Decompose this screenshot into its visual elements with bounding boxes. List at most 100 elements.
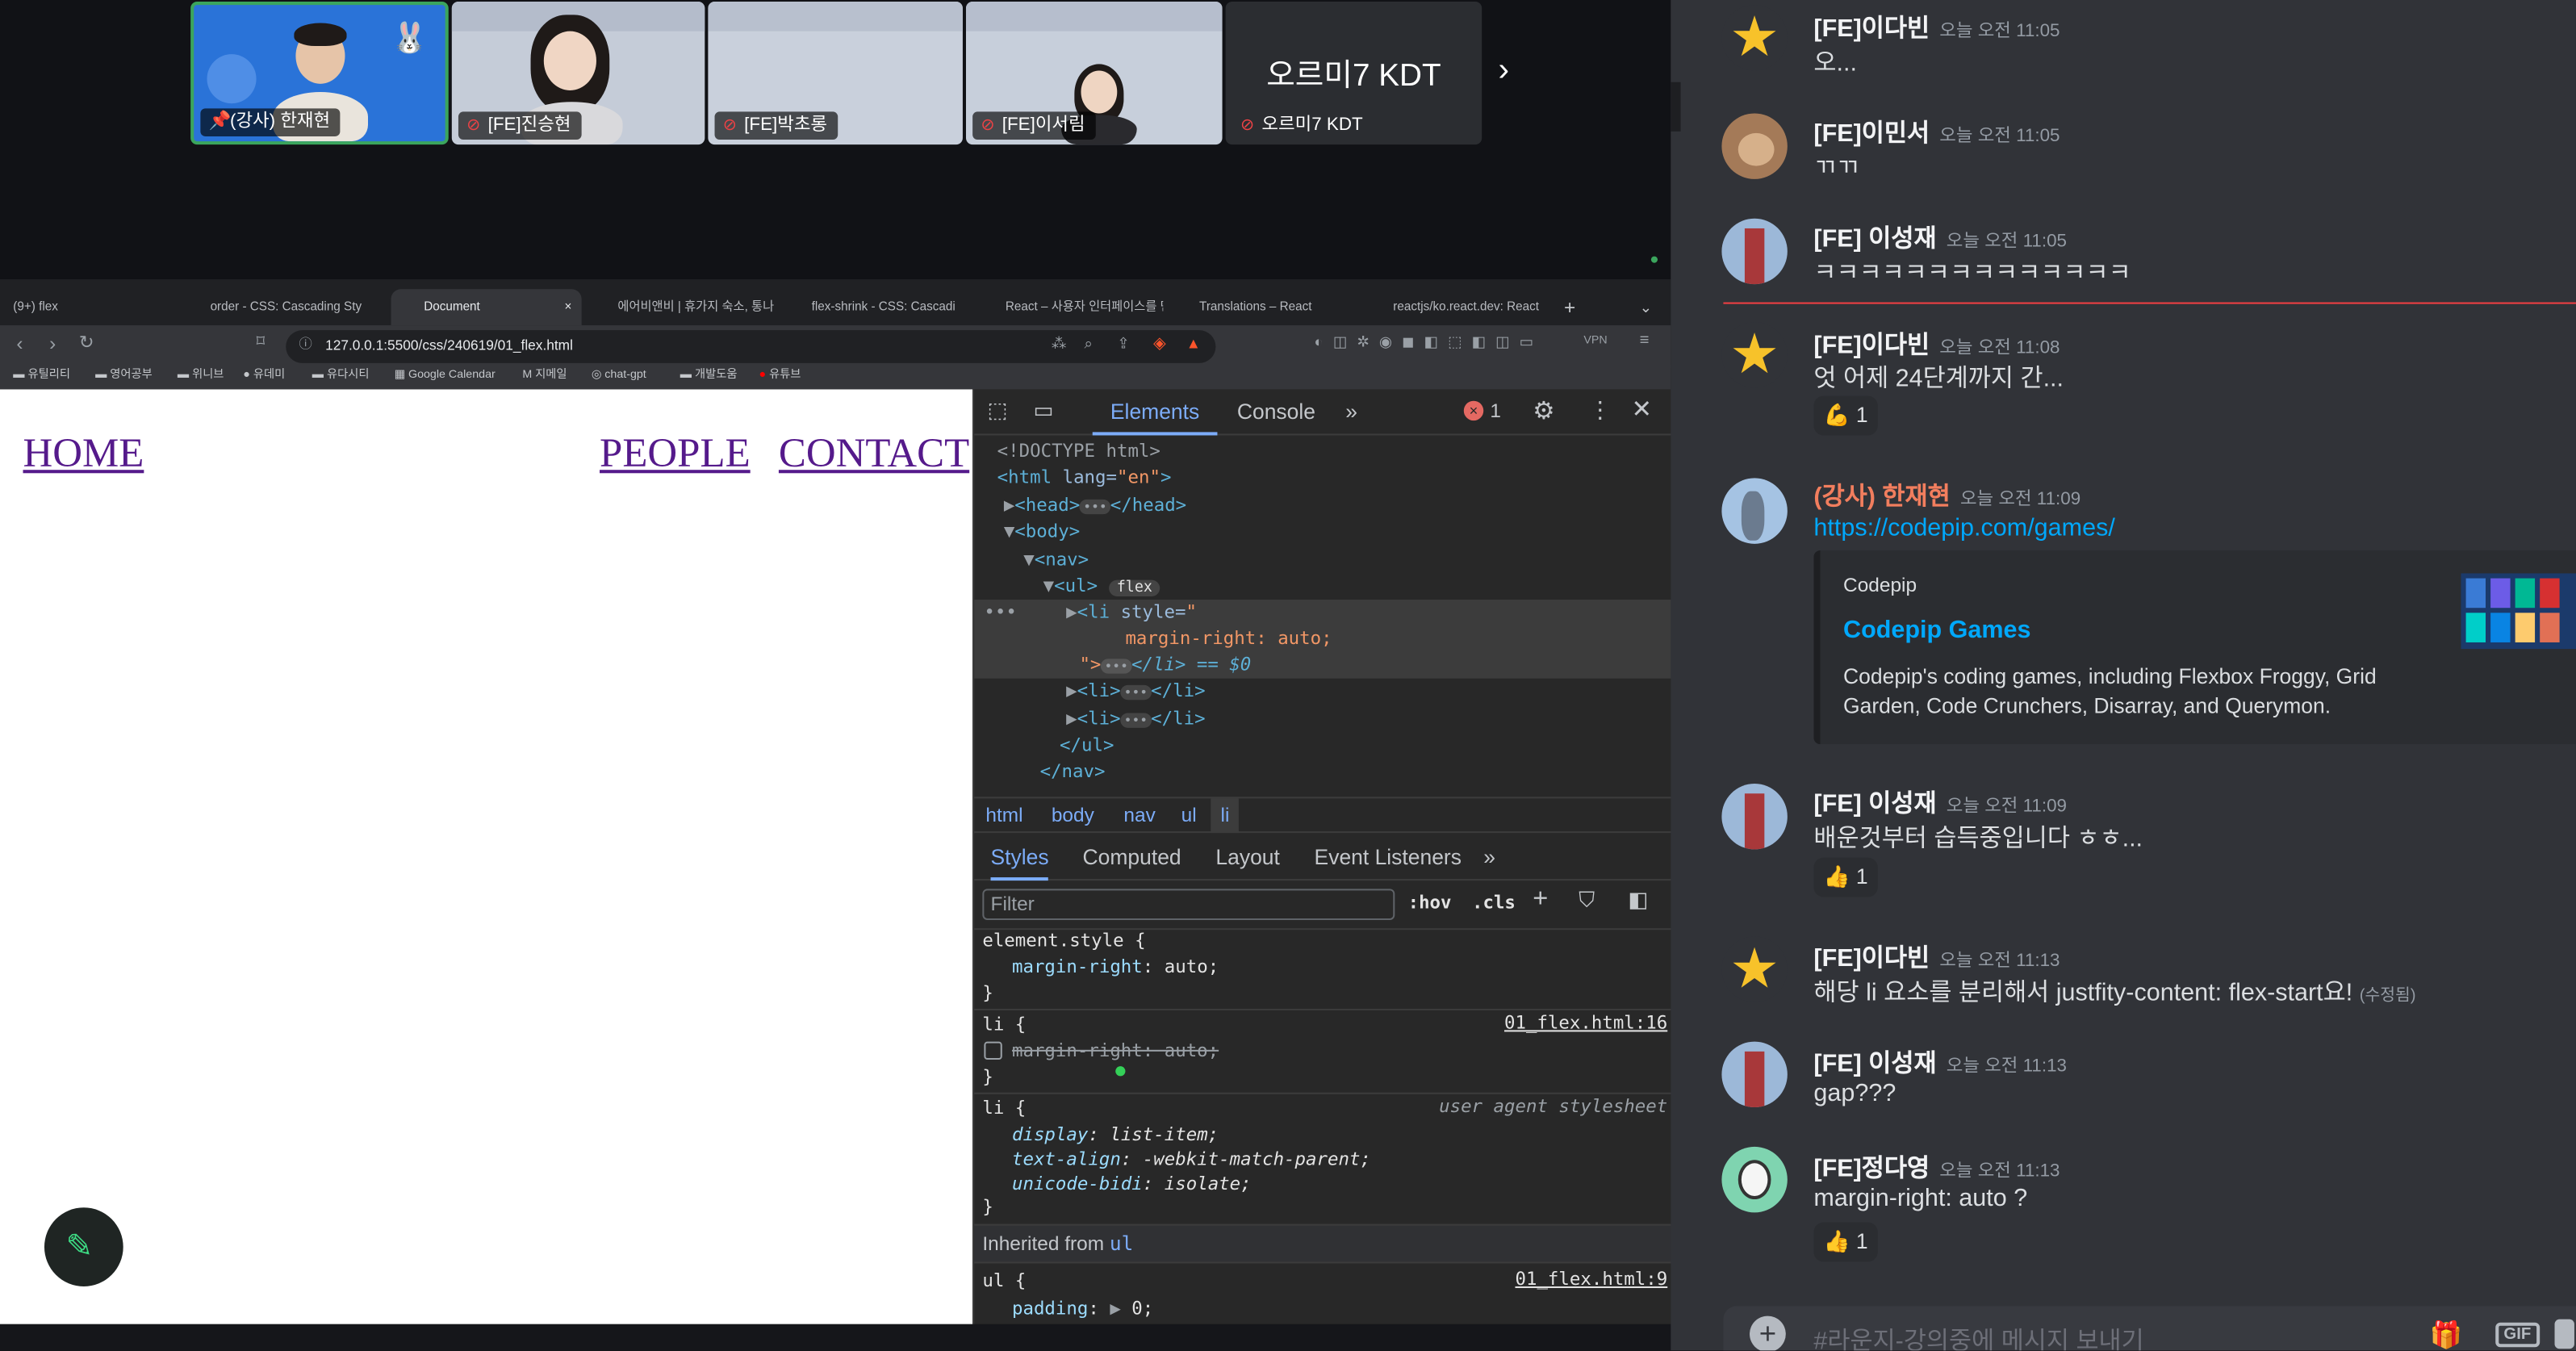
close-devtools-icon[interactable]: ✕ (1631, 395, 1652, 425)
reload-icon[interactable]: ↻ (79, 332, 94, 353)
paint-icon[interactable]: ⛉ (1579, 887, 1595, 914)
vpn-badge[interactable]: VPN (1583, 335, 1607, 346)
video-tile-student[interactable]: ⊘ [FE]박초롱 (708, 2, 963, 145)
dom-node[interactable]: <!DOCTYPE html> (974, 439, 1672, 466)
dom-node[interactable]: </nav> (974, 759, 1672, 785)
reaction-button[interactable]: 👍 1 (1813, 1222, 1878, 1262)
inherited-element[interactable]: ul (1110, 1232, 1133, 1255)
tab-elements[interactable]: Elements (1092, 389, 1218, 436)
bookmark-folder[interactable]: ▬ 위니브 (178, 365, 224, 387)
gif-button[interactable]: GIF (2495, 1322, 2540, 1348)
star-avatar-icon[interactable]: ★ (1721, 321, 1788, 388)
new-tab-icon[interactable]: + (1564, 289, 1575, 325)
breadcrumb-item[interactable]: nav (1123, 798, 1155, 833)
username[interactable]: [FE]이다빈 (1813, 15, 1930, 43)
forward-icon[interactable]: › (49, 332, 56, 354)
zoom-icon[interactable]: ⌕ (1085, 335, 1093, 353)
more-tabs-icon[interactable]: » (1345, 389, 1357, 435)
settings-gear-icon[interactable]: ⚙ (1533, 396, 1554, 426)
bookmark-folder[interactable]: ▬ 유틸리티 (13, 365, 70, 387)
bookmark-link[interactable]: ● 유데미 (243, 365, 285, 387)
more-tabs-icon[interactable]: » (1483, 834, 1495, 880)
username[interactable]: [FE]이다빈 (1813, 332, 1930, 360)
css-declaration[interactable]: margin-right: auto; (974, 955, 1672, 981)
dom-node[interactable]: </ul> (974, 733, 1672, 759)
nav-link-home[interactable]: HOME (23, 432, 144, 478)
dom-node[interactable]: ▶<li> ••• </li> (974, 679, 1672, 707)
filter-input[interactable]: Filter (982, 889, 1395, 920)
browser-tab[interactable]: flex-shrink - CSS: Cascadi (792, 289, 966, 325)
dom-node-selected[interactable]: ▶<li style=" (974, 600, 1672, 626)
cls-toggle[interactable]: .cls (1472, 892, 1516, 913)
star-avatar-icon[interactable]: ★ (1721, 5, 1788, 71)
css-declaration-disabled[interactable]: margin-right: auto; (974, 1039, 1672, 1065)
flex-badge[interactable]: flex (1108, 580, 1161, 596)
bookmark-link[interactable]: ▬ 유다시티 (312, 365, 370, 387)
browser-tab[interactable]: Translations – React (1180, 289, 1351, 325)
device-toggle-icon[interactable]: ▭ (1033, 398, 1053, 425)
video-tile-instructor[interactable]: 🐰 📌 (강사) 한재현 (190, 2, 449, 145)
tab-layout[interactable]: Layout (1215, 834, 1279, 880)
avatar[interactable] (1721, 478, 1788, 544)
sticker-icon[interactable] (2554, 1319, 2574, 1349)
browser-tab[interactable]: React – 사용자 인터페이스를 만 (985, 289, 1163, 325)
tab-event-listeners[interactable]: Event Listeners (1315, 834, 1462, 880)
avatar[interactable] (1721, 784, 1788, 850)
username[interactable]: [FE] 이성재 (1813, 1050, 1936, 1078)
dom-node[interactable]: ▶<head> ••• </head> (974, 493, 1672, 521)
add-rule-icon[interactable]: + (1533, 885, 1548, 915)
reaction-button[interactable]: 👍 1 (1813, 857, 1878, 897)
avatar[interactable] (1721, 1146, 1788, 1213)
translate-icon[interactable]: ⁂ (1052, 335, 1066, 353)
error-icon[interactable]: × (1463, 400, 1484, 421)
breadcrumb-item[interactable]: html (985, 798, 1022, 833)
chevron-right-icon[interactable]: › (1499, 52, 1510, 90)
share-icon[interactable]: ⇪ (1117, 335, 1129, 353)
dom-node[interactable]: ▼<ul> flex (974, 573, 1672, 601)
nav-link-people[interactable]: PEOPLE (600, 432, 751, 478)
inspect-icon[interactable]: ⬚ (987, 398, 1007, 425)
dom-node[interactable]: ▼<nav> (974, 547, 1672, 574)
video-tile-kdt[interactable]: 오르미7 KDT ⊘ 오르미7 KDT (1225, 2, 1482, 145)
bookmark-link[interactable]: ▦ Google Calendar (395, 365, 496, 387)
username[interactable]: (강사) 한재현 (1813, 483, 1950, 511)
gift-icon[interactable]: 🎁 (2430, 1320, 2463, 1351)
sidebar-toggle-icon[interactable]: ◧ (1628, 887, 1648, 914)
tab-computed[interactable]: Computed (1083, 834, 1181, 880)
avatar[interactable] (1721, 1041, 1788, 1108)
nav-link-contact[interactable]: CONTACT (779, 432, 969, 478)
tab-console[interactable]: Console (1237, 389, 1315, 435)
bookmark-icon[interactable]: ⌑ (257, 333, 265, 351)
username[interactable]: [FE] 이성재 (1813, 790, 1936, 818)
message-input[interactable]: #라운지-강의중에 메시지 보내기 (1813, 1323, 2143, 1350)
embed-title[interactable]: Codepip Games (1843, 616, 2030, 644)
reaction-button[interactable]: 💪 1 (1813, 395, 1878, 436)
embed-thumbnail[interactable] (2461, 573, 2576, 650)
browser-tab[interactable]: 에어비앤비 | 휴가지 숙소, 통나 (598, 289, 779, 325)
menu-icon[interactable]: ≡ (1640, 332, 1650, 349)
message-link[interactable]: https://codepip.com/games/ (1813, 514, 2114, 542)
bookmark-link[interactable]: ◎ chat-gpt (592, 365, 646, 387)
bookmark-folder[interactable]: ▬ 개발도움 (680, 365, 738, 387)
info-icon[interactable]: ⓘ (299, 335, 312, 353)
back-icon[interactable]: ‹ (16, 332, 23, 354)
tab-search-icon[interactable]: ⌄ (1640, 289, 1652, 325)
bookmark-link[interactable]: ● 유튜브 (759, 365, 801, 387)
video-tile-student[interactable]: ⊘ [FE]이서림 (965, 2, 1223, 145)
dom-node[interactable]: ▼<body> (974, 519, 1672, 546)
css-declaration[interactable]: padding: ▶ 0; (974, 1296, 1672, 1323)
username[interactable]: [FE]이다빈 (1813, 945, 1930, 973)
close-tab-icon[interactable]: × (564, 289, 571, 325)
browser-tab[interactable]: order - CSS: Cascading Sty (211, 289, 385, 325)
star-avatar-icon[interactable]: ★ (1721, 936, 1788, 1002)
dom-node[interactable]: ▶<li> ••• </li> (974, 706, 1672, 734)
source-link[interactable]: 01_flex.html:16 (1504, 1012, 1667, 1033)
bookmark-folder[interactable]: ▬ 영어공부 (95, 365, 153, 387)
breadcrumb-item[interactable]: ul (1181, 798, 1197, 833)
username[interactable]: [FE] 이성재 (1813, 225, 1936, 253)
extensions-icon[interactable]: ◐◫✲◉◼◧⬚◧◫▭ (1315, 333, 1544, 351)
address-bar[interactable]: ⓘ 127.0.0.1:5500/css/240619/01_flex.html… (286, 330, 1216, 363)
breadcrumb-item[interactable]: body (1052, 798, 1094, 833)
browser-tab[interactable]: reactjs/ko.react.dev: React (1374, 289, 1548, 325)
tab-styles[interactable]: Styles (990, 834, 1049, 881)
